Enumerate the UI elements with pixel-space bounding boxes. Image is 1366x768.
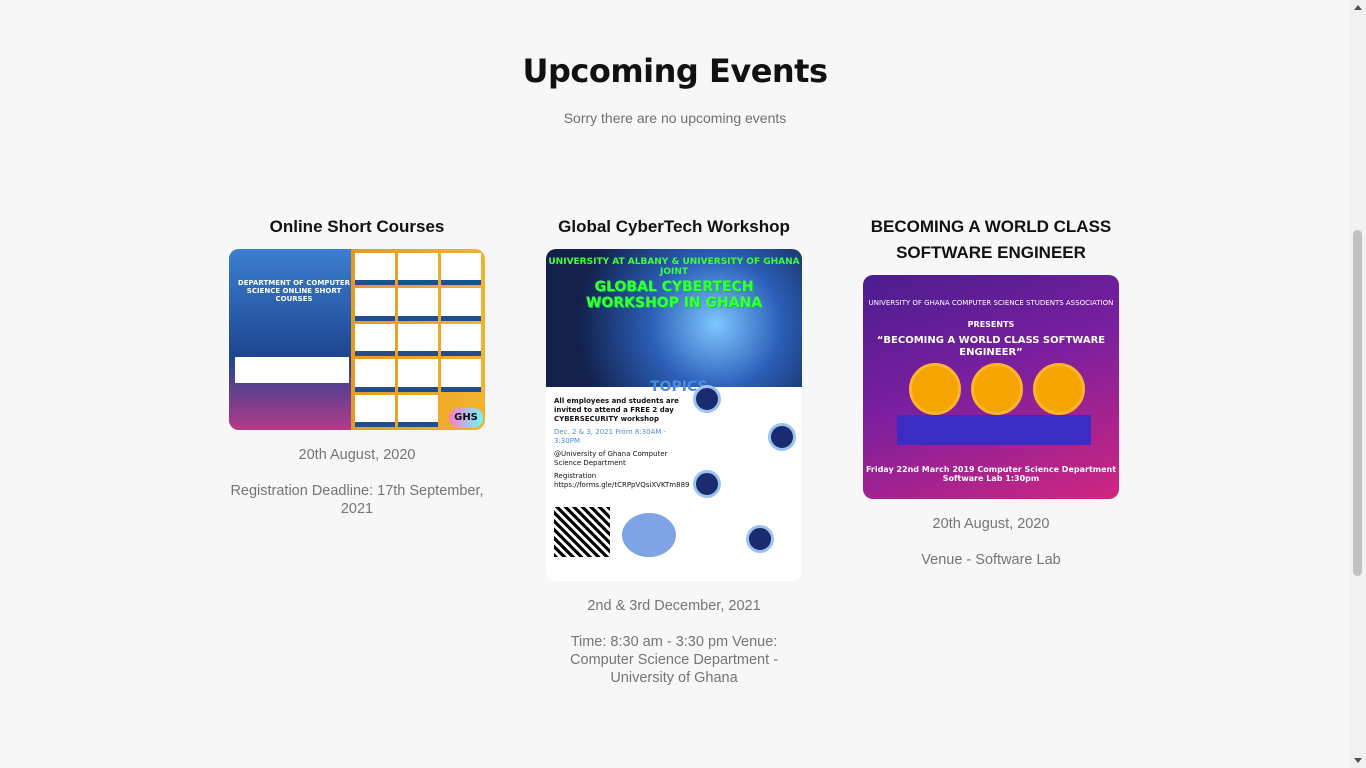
course-cell xyxy=(355,323,395,357)
poster-presents: PRESENTS xyxy=(967,320,1015,329)
poster-when: Dec. 2 & 3, 2021 From 8:30AM - 3:30PM xyxy=(554,428,667,445)
course-cell xyxy=(441,253,481,286)
topic-node-icon xyxy=(693,470,721,498)
course-cell xyxy=(441,323,481,357)
topic-node-icon xyxy=(768,423,796,451)
course-cell xyxy=(355,394,395,427)
course-cell xyxy=(355,359,395,392)
poster-where: @University of Ghana Computer Science De… xyxy=(554,450,668,467)
poster-footer: Friday 22nd March 2019 Computer Science … xyxy=(865,465,1117,483)
poster-heading: DEPARTMENT OF COMPUTER SCIENCE ONLINE SH… xyxy=(237,279,351,303)
event-detail: Registration Deadline: 17th September, 2… xyxy=(230,483,484,517)
course-cell xyxy=(355,288,395,321)
scroll-up-arrow-icon[interactable] xyxy=(1350,0,1366,16)
poster-banner: UNIVERSITY AT ALBANY & UNIVERSITY OF GHA… xyxy=(548,257,800,277)
poster-panel: DEPARTMENT OF COMPUTER SCIENCE ONLINE SH… xyxy=(229,249,351,430)
poster-registration: Registration https://forms.gle/tCRPpVQsi… xyxy=(554,472,690,489)
course-cell xyxy=(398,323,438,357)
topic-node-icon xyxy=(693,385,721,413)
event-poster-image[interactable]: UNIVERSITY AT ALBANY & UNIVERSITY OF GHA… xyxy=(546,249,802,581)
speaker-avatar xyxy=(909,363,961,415)
page: Upcoming Events Sorry there are no upcom… xyxy=(0,0,1350,768)
scroll-down-arrow-icon[interactable] xyxy=(1350,752,1366,768)
event-title[interactable]: Online Short Courses xyxy=(229,214,485,240)
course-grid xyxy=(355,253,481,427)
event-date: 2nd & 3rd December, 2021 xyxy=(587,598,761,614)
event-poster-image[interactable]: DEPARTMENT OF COMPUTER SCIENCE ONLINE SH… xyxy=(229,249,485,430)
empty-events-message: Sorry there are no upcoming events xyxy=(563,110,787,126)
vertical-scrollbar[interactable] xyxy=(1350,0,1366,768)
event-detail: Venue - Software Lab xyxy=(921,552,1061,568)
event-poster-image[interactable]: UNIVERSITY OF GHANA COMPUTER SCIENCE STU… xyxy=(863,275,1119,499)
event-card-world-class-software-engineer[interactable]: BECOMING A WORLD CLASS SOFTWARE ENGINEER… xyxy=(863,214,1119,569)
section-title: Upcoming Events xyxy=(522,52,828,90)
topic-node-icon xyxy=(746,525,774,553)
event-title[interactable]: Global CyberTech Workshop xyxy=(546,214,802,240)
course-cell xyxy=(441,359,481,392)
event-date: 20th August, 2020 xyxy=(932,516,1050,532)
speaker-avatar xyxy=(971,363,1023,415)
poster-headline: “BECOMING A WORLD CLASS SOFTWARE ENGINEE… xyxy=(876,335,1106,358)
event-detail: Time: 8:30 am - 3:30 pm Venue: Computer … xyxy=(570,634,778,686)
scrollbar-thumb[interactable] xyxy=(1353,230,1362,576)
event-card-online-short-courses[interactable]: Online Short Courses DEPARTMENT OF COMPU… xyxy=(229,214,485,518)
poster-invite: All employees and students are invited t… xyxy=(554,397,679,423)
course-cell xyxy=(398,359,438,392)
course-cell xyxy=(398,394,438,427)
event-date: 20th August, 2020 xyxy=(298,447,416,463)
qr-code-icon xyxy=(554,507,610,557)
event-card-global-cybertech-workshop[interactable]: Global CyberTech Workshop UNIVERSITY AT … xyxy=(546,214,802,687)
course-cell xyxy=(398,253,438,286)
speaker-plate xyxy=(897,415,967,445)
poster-info-box xyxy=(235,357,349,383)
course-cell xyxy=(355,253,395,286)
speaker-plate xyxy=(959,415,1029,445)
poster-headline: GLOBAL CYBERTECH WORKSHOP IN GHANA xyxy=(585,279,763,311)
poster-body: All employees and students are invited t… xyxy=(554,397,690,490)
price-badge: GHS 50 xyxy=(449,408,483,428)
note-badge xyxy=(622,513,676,557)
event-title[interactable]: BECOMING A WORLD CLASS SOFTWARE ENGINEER xyxy=(863,214,1119,266)
course-cell xyxy=(441,288,481,321)
speaker-plate xyxy=(1021,415,1091,445)
course-cell xyxy=(398,288,438,321)
poster-org: UNIVERSITY OF GHANA COMPUTER SCIENCE STU… xyxy=(868,299,1114,307)
speaker-avatar xyxy=(1033,363,1085,415)
